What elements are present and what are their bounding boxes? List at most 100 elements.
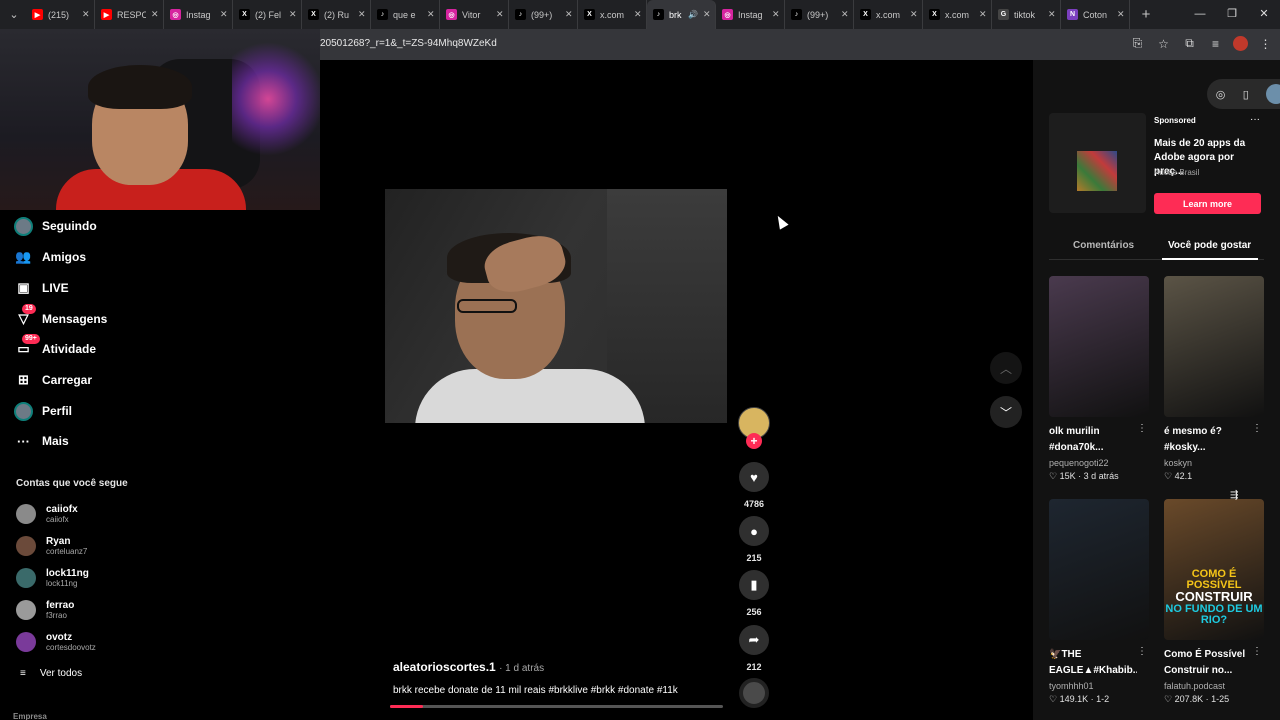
- company-link[interactable]: Empresa: [13, 712, 47, 720]
- profile-avatar-icon[interactable]: [1233, 36, 1248, 51]
- bookmark-icon[interactable]: ▮: [739, 570, 769, 600]
- phone-icon[interactable]: ▯: [1243, 88, 1249, 101]
- share-arrow-icon[interactable]: ➦: [739, 625, 769, 655]
- tab-search-icon[interactable]: ⌄: [2, 3, 26, 27]
- suggested-video-card[interactable]: olk murilin #dona70k... ⋮ pequenogoti22 ♡ 1…: [1049, 276, 1149, 482]
- close-tab-icon[interactable]: ✕: [703, 9, 711, 20]
- sidebar-item-perfil[interactable]: Perfil: [14, 400, 72, 422]
- followed-account[interactable]: Ryan corteluanz7: [16, 534, 87, 558]
- close-tab-icon[interactable]: ✕: [82, 9, 90, 20]
- video-thumbnail[interactable]: [1164, 276, 1264, 417]
- suggested-video-card[interactable]: é mesmo é? #kosky... ⋮ koskyn ♡ 42.1: [1164, 276, 1264, 482]
- close-tab-icon[interactable]: ✕: [634, 9, 642, 20]
- browser-tab[interactable]: ♪ que e ✕: [371, 0, 440, 29]
- close-tab-icon[interactable]: ✕: [772, 9, 780, 20]
- video-thumbnail[interactable]: [1049, 499, 1149, 640]
- close-window-icon[interactable]: ✕: [1248, 0, 1280, 29]
- card-author[interactable]: koskyn: [1164, 458, 1264, 468]
- card-more-icon[interactable]: ⋮: [1252, 646, 1262, 657]
- close-tab-icon[interactable]: ✕: [1048, 9, 1056, 20]
- next-video-chevron-down-icon[interactable]: ﹀: [990, 396, 1022, 428]
- close-tab-icon[interactable]: ✕: [496, 9, 504, 20]
- card-more-icon[interactable]: ⋮: [1252, 423, 1262, 434]
- sidebar-item-mensagens[interactable]: ▽ 19 Mensagens: [14, 303, 107, 330]
- card-title[interactable]: é mesmo é? #kosky...: [1164, 424, 1252, 456]
- tab-comments[interactable]: Comentários: [1073, 240, 1134, 251]
- browser-tab[interactable]: ◎ Instag ✕: [164, 0, 233, 29]
- card-more-icon[interactable]: ⋮: [1137, 646, 1147, 657]
- close-tab-icon[interactable]: ✕: [910, 9, 918, 20]
- followed-account[interactable]: lock11ng lock11ng: [16, 566, 89, 590]
- card-more-icon[interactable]: ⋮: [1137, 423, 1147, 434]
- like-heart-icon[interactable]: ♥: [739, 462, 769, 492]
- sidebar-item-mais[interactable]: ··· Mais: [14, 430, 69, 452]
- close-tab-icon[interactable]: ✕: [358, 9, 366, 20]
- minimize-icon[interactable]: —: [1184, 0, 1216, 29]
- learn-more-button[interactable]: Learn more: [1154, 193, 1261, 214]
- captions-icon[interactable]: ⇶: [1230, 490, 1244, 501]
- browser-tab[interactable]: ♪ brk 🔊 ✕: [647, 0, 716, 29]
- bookmark-star-icon[interactable]: ☆: [1155, 35, 1172, 52]
- browser-tab[interactable]: ♪ (99+) ✕: [509, 0, 578, 29]
- close-tab-icon[interactable]: ✕: [841, 9, 849, 20]
- sidebar-item-seguindo[interactable]: Seguindo: [14, 215, 97, 237]
- browser-tab[interactable]: ◎ Instag ✕: [716, 0, 785, 29]
- restore-icon[interactable]: ❐: [1216, 0, 1248, 29]
- video-progress-bar[interactable]: [390, 705, 723, 708]
- card-author[interactable]: tyomhhh01: [1049, 681, 1149, 691]
- previous-video-chevron-up-icon[interactable]: ︿: [990, 352, 1022, 384]
- close-tab-icon[interactable]: ✕: [289, 9, 297, 20]
- url-text[interactable]: 20501268?_r=1&_t=ZS-94Mhq8WZeKd: [320, 38, 497, 49]
- follow-plus-icon[interactable]: +: [746, 433, 762, 449]
- browser-tab[interactable]: Xx.com ✕: [923, 0, 992, 29]
- close-tab-icon[interactable]: ✕: [565, 9, 573, 20]
- video-player[interactable]: [385, 189, 727, 423]
- card-title[interactable]: 🦅THE EAGLE▲#Khabib...: [1049, 647, 1137, 679]
- suggested-video-card[interactable]: COMO É POSSÍVEL CONSTRUIR NO FUNDO DE UM R…: [1164, 499, 1264, 705]
- sidebar-item-atividade[interactable]: ▭ 99+ Atividade: [14, 333, 96, 360]
- ad-thumbnail[interactable]: [1049, 113, 1146, 213]
- close-tab-icon[interactable]: ✕: [151, 9, 159, 20]
- suggested-video-card[interactable]: 🦅THE EAGLE▲#Khabib... ⋮ tyomhhh01 ♡ 149.1K …: [1049, 499, 1149, 705]
- video-thumbnail[interactable]: [1049, 276, 1149, 417]
- browser-tab[interactable]: X (2) Fel ✕: [233, 0, 302, 29]
- install-app-icon[interactable]: ⎘: [1129, 35, 1146, 52]
- ad-more-options-icon[interactable]: ···: [1250, 114, 1260, 125]
- new-tab-icon[interactable]: +: [1134, 6, 1158, 23]
- browser-tab[interactable]: N Coton ✕: [1061, 0, 1130, 29]
- browser-tab[interactable]: ◎ Vitor ✕: [440, 0, 509, 29]
- browser-menu-icon[interactable]: ⋮: [1257, 35, 1274, 52]
- close-tab-icon[interactable]: ✕: [979, 9, 987, 20]
- speaker-icon[interactable]: 🔊: [688, 10, 698, 19]
- followed-account[interactable]: caiiofx caiiofx: [16, 502, 78, 526]
- browser-tab[interactable]: ♪ (99+) ✕: [785, 0, 854, 29]
- user-avatar-icon[interactable]: [1266, 84, 1280, 104]
- sidebar-item-carregar[interactable]: ⊞ Carregar: [14, 369, 92, 391]
- tab-you-may-like[interactable]: Você pode gostar: [1168, 240, 1251, 251]
- browser-tab[interactable]: Gtiktok ✕: [992, 0, 1061, 29]
- browser-tab[interactable]: Xx.com ✕: [854, 0, 923, 29]
- card-title[interactable]: olk murilin #dona70k...: [1049, 424, 1137, 456]
- extensions-icon[interactable]: ⧉: [1181, 35, 1198, 52]
- followed-account[interactable]: ferrao f3rrao: [16, 598, 74, 622]
- close-tab-icon[interactable]: ✕: [427, 9, 435, 20]
- video-thumbnail[interactable]: COMO É POSSÍVEL CONSTRUIR NO FUNDO DE UM R…: [1164, 499, 1264, 640]
- comment-bubble-icon[interactable]: ●: [739, 516, 769, 546]
- card-author[interactable]: pequenogoti22: [1049, 458, 1149, 468]
- browser-tab[interactable]: Xx.com ✕: [578, 0, 647, 29]
- browser-tab[interactable]: ▶ RESPO ✕: [95, 0, 164, 29]
- compass-icon[interactable]: ◎: [1216, 88, 1226, 101]
- browser-tab[interactable]: X (2) Ru ✕: [302, 0, 371, 29]
- close-tab-icon[interactable]: ✕: [220, 9, 228, 20]
- sidebar-item-live[interactable]: ▣ LIVE: [14, 277, 68, 299]
- sidebar-item-amigos[interactable]: 👥 Amigos: [14, 246, 86, 268]
- media-control-icon[interactable]: ≡: [1207, 35, 1224, 52]
- video-author[interactable]: aleatorioscortes.1: [393, 660, 496, 674]
- close-tab-icon[interactable]: ✕: [1117, 9, 1125, 20]
- card-title[interactable]: Como É Possível Construir no...: [1164, 647, 1252, 679]
- browser-tab[interactable]: ▶ (215) ✕: [26, 0, 95, 29]
- card-author[interactable]: falatuh.podcast: [1164, 681, 1264, 691]
- followed-account[interactable]: ovotz cortesdoovotz: [16, 630, 96, 654]
- see-all-button[interactable]: ≡ Ver todos: [20, 668, 82, 679]
- sound-disc-icon[interactable]: [739, 678, 769, 708]
